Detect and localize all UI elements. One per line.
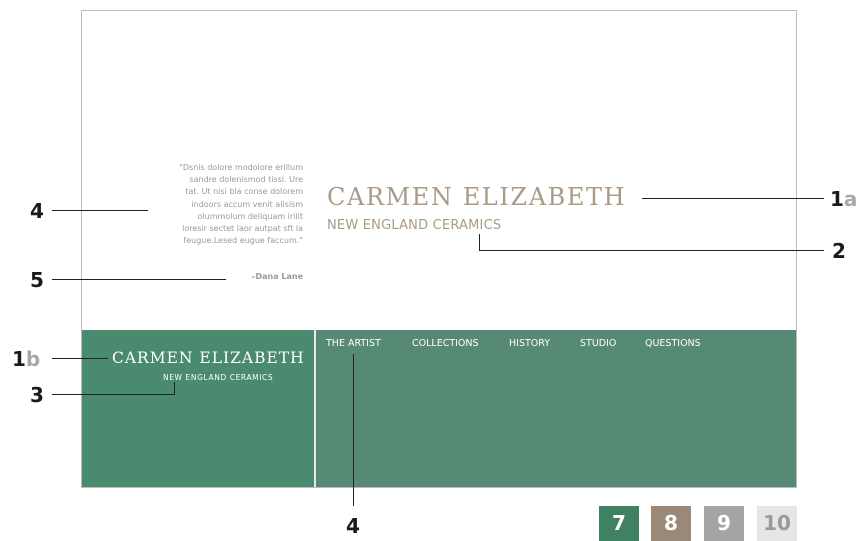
leader-line-4-quote — [52, 210, 148, 211]
callout-1a: 1a — [830, 187, 858, 211]
color-swatch-7: 7 — [599, 506, 639, 541]
leader-line-3-vertical — [174, 382, 175, 394]
leader-line-3-tagline — [52, 394, 175, 395]
leader-line-5-author — [52, 279, 226, 280]
nav-item-studio[interactable]: STUDIO — [580, 338, 616, 349]
brand-tagline: NEW ENGLAND CERAMICS — [327, 218, 502, 233]
callout-4-quote: 4 — [30, 199, 44, 223]
quote-line: tat. Ut nisi bla conse dolorem — [185, 187, 303, 197]
footer-band-nav-panel — [316, 330, 796, 487]
quote-line: indoors accum venit alisism — [191, 199, 303, 209]
nav-item-collections[interactable]: COLLECTIONS — [412, 338, 479, 349]
callout-2: 2 — [832, 239, 846, 263]
callout-1b: 1b — [12, 347, 41, 371]
leader-line-1a-brand — [642, 198, 824, 199]
color-swatch-8: 8 — [651, 506, 691, 541]
nav-item-questions[interactable]: QUESTIONS — [645, 338, 701, 349]
nav-item-the-artist[interactable]: THE ARTIST — [326, 338, 381, 349]
quote-line: olummolum deliquam irilit — [197, 211, 303, 221]
color-swatch-10: 10 — [757, 506, 797, 541]
leader-line-4-nav — [353, 354, 354, 506]
testimonial-quote: "Dsnis dolore modolore erillum sandre do… — [150, 162, 303, 247]
callout-3: 3 — [30, 383, 44, 407]
quote-line: loresir sectet laor autpat sft la — [182, 224, 303, 234]
leader-line-2-vertical — [479, 234, 480, 250]
leader-line-1b-band — [52, 358, 108, 359]
color-swatch-9: 9 — [704, 506, 744, 541]
quote-line: "Dsnis dolore modolore erillum — [179, 163, 303, 172]
nav-item-history[interactable]: HISTORY — [509, 338, 550, 349]
band-logo-tagline: NEW ENGLAND CERAMICS — [163, 373, 274, 382]
brand-title: CARMEN ELIZABETH — [327, 183, 627, 211]
quote-line: sandre dolenismod tissi. Ure — [189, 175, 303, 185]
callout-4-nav: 4 — [346, 514, 360, 538]
band-logo-title[interactable]: CARMEN ELIZABETH — [112, 349, 305, 367]
quote-line: feugue.Lesed eugue faccum." — [183, 236, 303, 246]
callout-5: 5 — [30, 268, 44, 292]
leader-line-2-tagline — [479, 250, 824, 251]
